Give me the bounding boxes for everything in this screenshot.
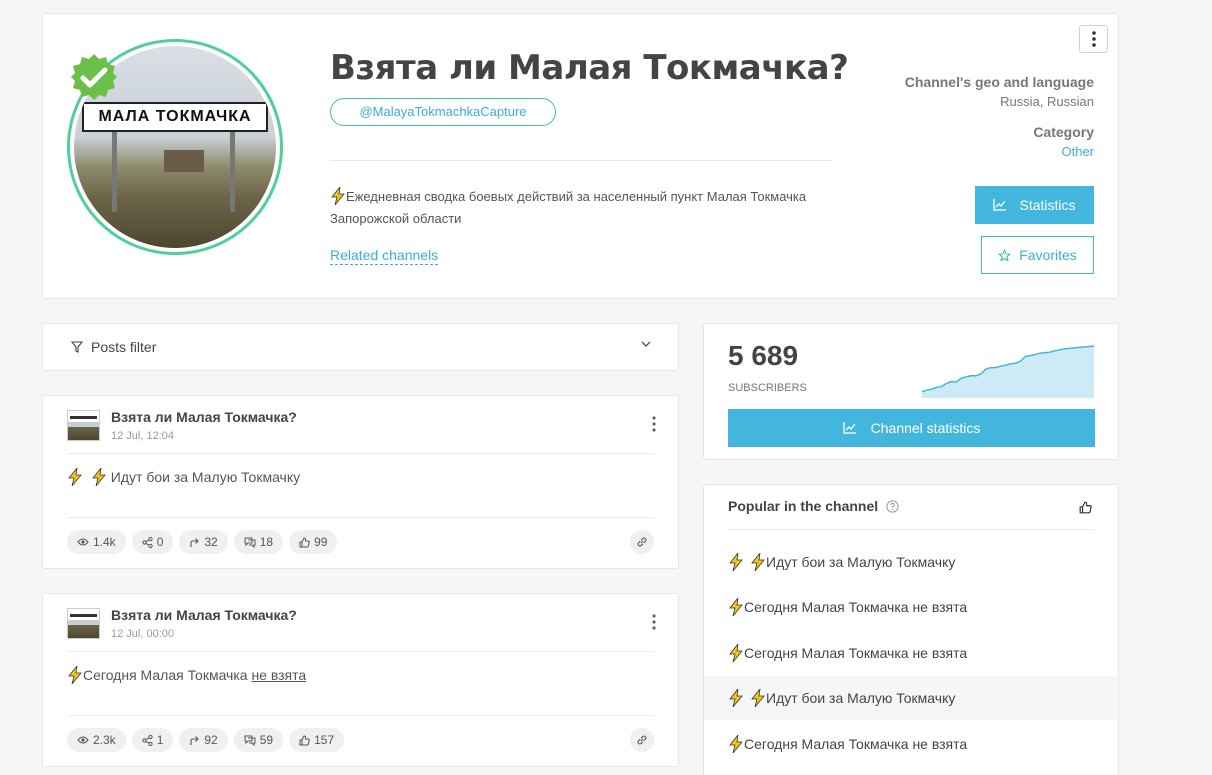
statistics-button[interactable]: Statistics	[975, 186, 1094, 224]
lightning-icon	[729, 735, 743, 753]
lightning-icon	[68, 666, 82, 684]
post-menu-kebab-icon[interactable]	[652, 416, 656, 432]
lightning-icon	[729, 644, 743, 662]
post-author-avatar[interactable]	[67, 608, 100, 639]
forwards-count: 32	[179, 530, 228, 554]
lightning-icon	[729, 598, 743, 616]
lightning-icon	[751, 553, 765, 571]
post-date: 12 Jul, 12:04	[111, 430, 174, 442]
category-label: Category	[1033, 124, 1094, 140]
link-icon	[637, 537, 647, 547]
comments-icon	[244, 735, 256, 746]
popular-item[interactable]: Сегодня Малая Токмачка не взята	[704, 722, 1118, 766]
link-icon	[637, 735, 647, 745]
filter-icon	[71, 341, 83, 353]
star-icon	[998, 249, 1011, 261]
channel-header-card: МАЛА ТОКМАЧКА Взята ли Малая Токмачка? @…	[42, 13, 1119, 299]
likes-count: 157	[289, 728, 345, 752]
post-author-avatar[interactable]	[67, 410, 100, 441]
post-menu-kebab-icon[interactable]	[652, 614, 656, 630]
likes-count: 99	[289, 530, 338, 554]
post-date: 12 Jul, 00:00	[111, 628, 174, 640]
thumbs-up-icon	[299, 734, 310, 745]
shares-count: 0	[131, 530, 174, 554]
divider	[330, 160, 832, 161]
post-text: Идут бои за Малую Токмачку	[67, 468, 300, 486]
share-icon	[142, 536, 153, 548]
comments-count: 59	[233, 728, 284, 752]
eye-icon	[77, 736, 89, 744]
popular-item[interactable]: Идут бои за Малую Токмачку	[704, 676, 1118, 720]
divider	[67, 651, 654, 652]
forward-icon	[190, 735, 200, 745]
lightning-icon	[68, 468, 82, 486]
chevron-down-icon	[641, 341, 651, 347]
comments-icon	[244, 537, 256, 548]
related-channels-link[interactable]: Related channels	[330, 247, 439, 265]
favorites-button[interactable]: Favorites	[981, 236, 1094, 274]
post-text: Сегодня Малая Токмачка не взята	[67, 666, 306, 684]
subscribers-card: 5 689 SUBSCRIBERS Channel statistics	[703, 323, 1119, 460]
forward-icon	[190, 537, 200, 547]
post-card: Взята ли Малая Токмачка? 12 Jul, 12:04 И…	[42, 395, 679, 569]
subscribers-count: 5 689	[728, 340, 799, 371]
thumbs-up-icon[interactable]	[1079, 501, 1092, 514]
eye-icon	[77, 538, 89, 546]
chart-icon	[993, 199, 1007, 211]
category-link[interactable]: Other	[1061, 144, 1094, 159]
divider	[67, 517, 654, 518]
divider	[728, 529, 1094, 530]
popular-item[interactable]: Идут бои за Малую Токмачку	[704, 540, 1118, 584]
channel-description: Ежедневная сводка боевых действий за нас…	[330, 187, 807, 226]
post-link-button[interactable]	[630, 728, 654, 752]
geo-label: Channel's geo and language	[904, 74, 1094, 90]
post-card: Взята ли Малая Токмачка? 12 Jul, 00:00 С…	[42, 593, 679, 767]
comments-count: 18	[233, 530, 284, 554]
popular-in-channel-card: Popular in the channel Идут бои за Малую…	[703, 484, 1119, 775]
lightning-icon	[331, 187, 345, 205]
post-author[interactable]: Взята ли Малая Токмачка?	[111, 409, 297, 425]
posts-filter-dropdown[interactable]: Posts filter	[42, 323, 679, 371]
popular-item[interactable]: Сегодня Малая Токмачка не взята	[704, 585, 1118, 629]
posts-filter-label: Posts filter	[91, 339, 157, 355]
shares-count: 1	[131, 728, 174, 752]
avatar-sign-text: МАЛА ТОКМАЧКА	[82, 102, 268, 132]
divider	[67, 453, 654, 454]
popular-title: Popular in the channel	[728, 498, 899, 514]
lightning-icon	[729, 553, 743, 571]
channel-title: Взята ли Малая Токмачка?	[330, 48, 849, 88]
subscribers-sparkline	[922, 345, 1094, 398]
sparkline-area	[922, 346, 1094, 398]
views-count: 1.4k	[67, 530, 126, 554]
help-icon[interactable]	[886, 499, 899, 513]
lightning-icon	[92, 468, 106, 486]
chart-icon	[842, 422, 856, 434]
post-author[interactable]: Взята ли Малая Токмачка?	[111, 607, 297, 623]
thumbs-up-icon	[299, 536, 310, 547]
kebab-icon	[1091, 31, 1096, 47]
post-link-button[interactable]	[630, 530, 654, 554]
post-text-underlined: не взята	[251, 667, 307, 683]
views-count: 2.3k	[67, 728, 126, 752]
share-icon	[142, 734, 153, 746]
lightning-icon	[751, 689, 765, 707]
more-options-button[interactable]	[1079, 25, 1108, 53]
verified-badge-icon	[71, 54, 117, 100]
subscribers-label: SUBSCRIBERS	[728, 382, 807, 394]
channel-handle-link[interactable]: @MalayaTokmachkaCapture	[330, 98, 556, 126]
divider	[67, 715, 654, 716]
channel-statistics-button[interactable]: Channel statistics	[728, 409, 1095, 447]
lightning-icon	[729, 689, 743, 707]
forwards-count: 92	[179, 728, 228, 752]
popular-item[interactable]: Сегодня Малая Токмачка не взята	[704, 631, 1118, 675]
geo-value: Russia, Russian	[1000, 94, 1094, 109]
